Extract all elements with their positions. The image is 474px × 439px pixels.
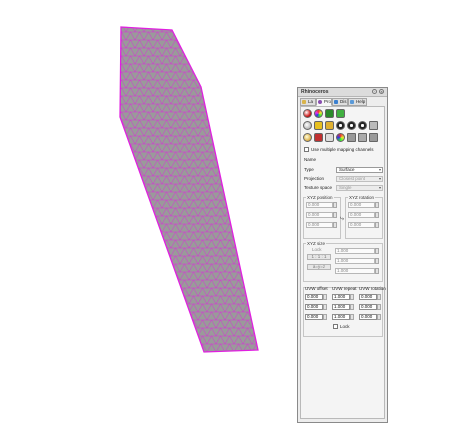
rotation-x-field[interactable]: 0.000 <box>348 202 375 208</box>
uvw-rotation-u-field[interactable]: 0.000 <box>359 294 377 300</box>
position-z-field[interactable]: 0.000 <box>306 222 333 228</box>
uvw-lock-label: Lock <box>340 324 350 329</box>
gear-icon[interactable]: · <box>372 89 377 94</box>
sphere-icon[interactable] <box>303 121 312 130</box>
uvw-lock-checkbox[interactable] <box>333 324 338 329</box>
uvw-repeat-u-field[interactable]: 1.000 <box>332 294 350 300</box>
size-y-field[interactable]: 1.000 <box>335 258 375 264</box>
rotation-z-field[interactable]: 0.000 <box>348 222 375 228</box>
rotation-y-field[interactable]: 0.000 <box>348 212 375 218</box>
ball-icon[interactable] <box>358 121 367 130</box>
grid-icon[interactable] <box>369 121 378 130</box>
size-x-field[interactable]: 1.000 <box>335 248 375 254</box>
chevron-down-icon <box>379 169 381 171</box>
uvw-offset-w-spinner[interactable] <box>323 314 327 320</box>
position-z-spinner[interactable] <box>333 222 337 228</box>
rotation-x-spinner[interactable] <box>375 202 379 208</box>
object-properties-icon[interactable] <box>303 109 312 118</box>
size-xyz-button[interactable]: a=y=z <box>307 264 331 270</box>
position-y-field[interactable]: 0.000 <box>306 212 333 218</box>
rotation-z-spinner[interactable] <box>375 222 379 228</box>
xyz-size-label: XYZ size <box>306 241 327 246</box>
type-label: Type <box>304 167 314 172</box>
uvw-repeat-u-spinner[interactable] <box>350 294 354 300</box>
size-z-field[interactable]: 1.000 <box>335 268 375 274</box>
properties-content: Use multiple mapping channels Name Type … <box>300 106 386 419</box>
uvw-rotation-u-spinner[interactable] <box>377 294 381 300</box>
uvw-repeat-w-field[interactable]: 1.000 <box>332 314 350 320</box>
properties-panel: Rhinoceros · × La Pro Dis Help Use multi… <box>297 87 388 423</box>
decal-icon[interactable] <box>336 109 345 118</box>
type-select[interactable]: Surface <box>336 167 383 173</box>
texture-space-select[interactable]: Single <box>336 185 383 191</box>
ball-icon[interactable] <box>336 121 345 130</box>
xyz-rotation-label: XYZ rotation <box>348 195 376 200</box>
size-y-spinner[interactable] <box>375 258 379 264</box>
folder-icon[interactable] <box>314 121 323 130</box>
projection-label: Projection <box>304 176 325 181</box>
ball-icon[interactable] <box>347 121 356 130</box>
pencil-icon[interactable] <box>314 133 323 142</box>
help-icon <box>350 100 354 104</box>
position-y-spinner[interactable] <box>333 212 337 218</box>
tab-layers[interactable]: La <box>300 98 316 106</box>
name-label: Name <box>304 157 317 162</box>
texture-space-label: Texture space <box>304 185 333 190</box>
chevron-down-icon <box>379 178 381 180</box>
size-1-1-1-button[interactable]: 1 : 1 : 1 <box>307 254 331 260</box>
rotation-y-spinner[interactable] <box>375 212 379 218</box>
uvw-repeat-label: UVW repeat <box>332 286 357 291</box>
tab-properties[interactable]: Pro <box>316 98 332 106</box>
position-x-field[interactable]: 0.000 <box>306 202 333 208</box>
uvw-rotation-w-spinner[interactable] <box>377 314 381 320</box>
uvw-offset-v-field[interactable]: 0.000 <box>305 304 323 310</box>
layers-icon <box>302 100 306 104</box>
panel-titlebar[interactable]: Rhinoceros · × <box>298 88 387 97</box>
xyz-position-group: XYZ position 0.000 0.000 0.000 <box>303 195 341 239</box>
uvw-rotation-w-field[interactable]: 0.000 <box>359 314 377 320</box>
uvw-offset-u-field[interactable]: 0.000 <box>305 294 323 300</box>
uvw-group: UVW offset UVW repeat UVW rotation 0.000… <box>303 286 386 337</box>
projection-select[interactable]: Closest point <box>336 176 383 182</box>
xyz-size-group: XYZ size Lock 1 : 1 : 1 a=y=z 1.000 1.00… <box>303 241 383 282</box>
uvw-offset-w-field[interactable]: 0.000 <box>305 314 323 320</box>
panel-title: Rhinoceros <box>301 89 329 95</box>
uvw-offset-u-spinner[interactable] <box>323 294 327 300</box>
mesh-object[interactable] <box>119 26 259 353</box>
position-x-spinner[interactable] <box>333 202 337 208</box>
size-z-spinner[interactable] <box>375 268 379 274</box>
uvw-rotation-v-spinner[interactable] <box>377 304 381 310</box>
properties-icon <box>318 100 322 104</box>
tab-display[interactable]: Dis <box>332 98 348 106</box>
chevron-down-icon <box>379 187 381 189</box>
xyz-rotation-group: XYZ rotation 0.000 0.000 0.000 <box>345 195 383 239</box>
uvw-offset-v-spinner[interactable] <box>323 304 327 310</box>
viewport[interactable] <box>0 0 474 439</box>
texture-mapping-icon[interactable] <box>325 109 334 118</box>
environment-icon[interactable] <box>325 121 334 130</box>
display-icon <box>334 100 338 104</box>
edit-icon[interactable] <box>325 133 334 142</box>
display-mode-icon[interactable] <box>358 133 367 142</box>
light-icon[interactable] <box>303 133 312 142</box>
uvw-rotation-label: UVW rotation <box>359 286 386 291</box>
uvw-rotation-v-field[interactable]: 0.000 <box>359 304 377 310</box>
size-lock-label: Lock <box>312 247 322 252</box>
tab-help[interactable]: Help <box>348 98 367 106</box>
use-multiple-channels-label: Use multiple mapping channels <box>311 147 374 152</box>
color-wheel-icon[interactable] <box>336 133 345 142</box>
settings-icon[interactable] <box>369 133 378 142</box>
uvw-repeat-v-spinner[interactable] <box>350 304 354 310</box>
uvw-repeat-w-spinner[interactable] <box>350 314 354 320</box>
mesh-icon[interactable] <box>347 133 356 142</box>
use-multiple-channels-checkbox[interactable] <box>304 147 309 152</box>
xyz-position-label: XYZ position <box>306 195 334 200</box>
size-x-spinner[interactable] <box>375 248 379 254</box>
uvw-repeat-v-field[interactable]: 1.000 <box>332 304 350 310</box>
uvw-offset-label: UVW offset <box>305 286 328 291</box>
material-icon[interactable] <box>314 109 323 118</box>
close-icon[interactable]: × <box>379 89 384 94</box>
